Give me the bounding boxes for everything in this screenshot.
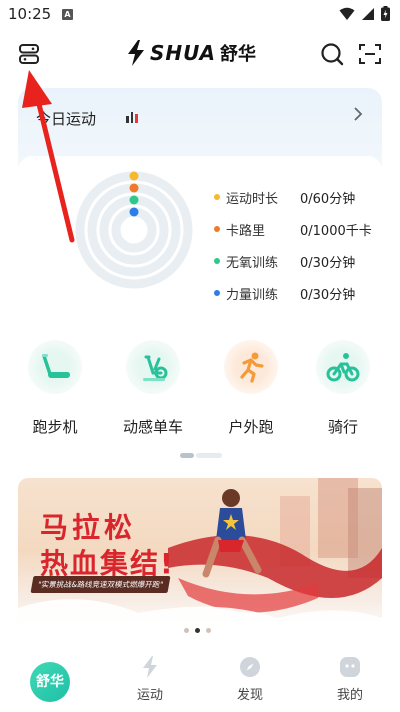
cycling-icon	[316, 340, 370, 394]
metric-dot	[214, 290, 220, 296]
lightning-logo-icon	[128, 40, 144, 66]
sport-label: 户外跑	[228, 418, 274, 436]
metric-value: 0/30分钟	[300, 256, 356, 271]
metric-dot	[214, 226, 220, 232]
nav-item-sport[interactable]: 运动	[110, 648, 190, 703]
treadmill-icon	[28, 340, 82, 394]
sport-outdoor-run[interactable]: 户外跑	[206, 340, 296, 437]
nav-label: 发现	[236, 688, 263, 703]
today-metrics: 运动时长 0/60分钟 卡路里 0/1000千卡 无氧训练 0/30分钟 力量训…	[212, 188, 382, 316]
bar-chart-icon	[126, 111, 138, 123]
brand-logo: SHUA 舒华	[126, 40, 256, 66]
sport-cycling[interactable]: 骑行	[298, 340, 388, 437]
nav-label: 运动	[136, 688, 163, 703]
marathon-banner[interactable]: 马拉松 热血集结! "实景挑战&路线竞速双模式燃爆开跑"	[18, 478, 382, 640]
metric-value: 0/60分钟	[300, 192, 356, 207]
metric-row: 力量训练 0/30分钟	[212, 284, 382, 316]
spin-bike-icon	[126, 340, 180, 394]
metric-row: 运动时长 0/60分钟	[212, 188, 382, 220]
switch-device-button[interactable]	[14, 39, 44, 69]
metric-label: 运动时长	[226, 192, 279, 207]
search-button[interactable]	[317, 39, 347, 69]
bottom-navigation: 舒华 运动 发现 我的	[0, 648, 400, 712]
metric-row: 无氧训练 0/30分钟	[212, 252, 382, 284]
compass-icon	[240, 657, 260, 677]
wifi-icon	[339, 7, 355, 20]
sport-spin-bike[interactable]: 动感单车	[108, 340, 198, 437]
sport-label: 跑步机	[32, 418, 78, 436]
brand-name: SHUA	[150, 41, 216, 65]
banner-title-line1: 马拉松	[40, 511, 137, 544]
sport-label: 动感单车	[122, 418, 183, 436]
nav-home-button[interactable]: 舒华	[30, 662, 70, 702]
today-exercise-card[interactable]: 今日运动 运动时长 0/60分钟 卡路里 0/1000千卡 无氧训练 0/30分…	[18, 88, 382, 320]
lightning-icon	[143, 656, 157, 678]
sport-shortcuts: 跑步机 动感单车 户外跑 骑行	[0, 340, 400, 440]
metric-dot	[214, 258, 220, 264]
scan-button[interactable]	[355, 39, 385, 69]
banner-pager	[184, 628, 211, 633]
cell-signal-icon	[362, 7, 374, 20]
scan-icon	[359, 44, 381, 64]
pager-dot-active	[195, 628, 200, 633]
search-icon	[321, 43, 344, 66]
app-notification-icon: A	[62, 9, 73, 20]
battery-icon	[381, 6, 390, 21]
pager-dot	[206, 628, 211, 633]
chevron-right-icon[interactable]	[352, 106, 364, 122]
outdoor-run-icon	[224, 340, 278, 394]
metric-value: 0/30分钟	[300, 288, 356, 303]
sport-label: 骑行	[327, 418, 358, 436]
metric-label: 卡路里	[226, 224, 266, 239]
metric-dot	[214, 194, 220, 200]
pager-dot	[184, 628, 189, 633]
nav-label: 我的	[336, 688, 363, 703]
device-switch-icon	[19, 44, 39, 64]
profile-icon	[340, 657, 360, 677]
metric-label: 无氧训练	[226, 256, 279, 271]
system-icons	[339, 6, 390, 21]
app-header: SHUA 舒华	[0, 30, 400, 78]
metric-value: 0/1000千卡	[300, 224, 372, 239]
nav-item-discover[interactable]: 发现	[210, 648, 290, 703]
sport-pager	[180, 453, 222, 458]
banner-subtitle: "实景挑战&路线竞速双模式燃爆开跑"	[30, 576, 171, 593]
brand-name-cn: 舒华	[219, 44, 256, 65]
status-bar: 10:25 A	[0, 0, 400, 30]
status-time: 10:25	[8, 5, 52, 23]
today-exercise-title: 今日运动	[36, 110, 97, 128]
sport-treadmill[interactable]: 跑步机	[10, 340, 100, 437]
nav-item-profile[interactable]: 我的	[310, 648, 390, 703]
metric-row: 卡路里 0/1000千卡	[212, 220, 382, 252]
activity-rings	[75, 171, 193, 289]
metric-label: 力量训练	[226, 288, 279, 303]
